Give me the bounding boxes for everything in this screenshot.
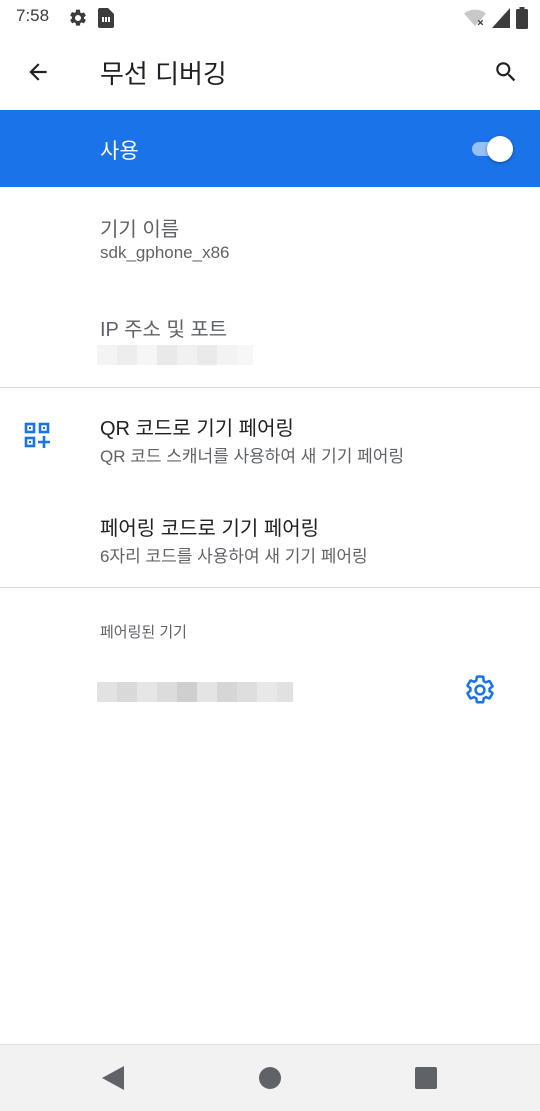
paired-device-item[interactable]: [0, 650, 540, 730]
master-toggle-switch[interactable]: [470, 136, 516, 162]
status-time: 7:58: [16, 6, 50, 25]
qr-pairing-title: QR 코드로 기기 페어링: [100, 418, 294, 440]
sim-card-icon: [98, 8, 114, 33]
paired-devices-category-title: 페어링된 기기: [100, 624, 187, 641]
qr-code-icon: [24, 422, 52, 455]
qr-pairing-summary: QR 코드 스캐너를 사용하여 새 기기 페어링: [100, 447, 405, 466]
status-bar: 7:58: [0, 0, 540, 36]
nav-recents-icon[interactable]: [413, 1065, 439, 1091]
app-bar: 무선 디버깅: [0, 36, 540, 110]
gear-icon: [68, 8, 88, 33]
page-title: 무선 디버깅: [100, 59, 227, 89]
paired-device-name-redacted: [97, 682, 293, 702]
code-pairing-title: 페어링 코드로 기기 페어링: [100, 518, 320, 540]
code-pairing-summary: 6자리 코드를 사용하여 새 기기 페어링: [100, 547, 368, 566]
cell-signal-icon: [492, 8, 510, 33]
nav-back-icon[interactable]: [100, 1065, 126, 1091]
ip-port-title: IP 주소 및 포트: [100, 319, 228, 341]
qr-pairing-item[interactable]: QR 코드로 기기 페어링 QR 코드 스캐너를 사용하여 새 기기 페어링: [0, 388, 540, 488]
system-nav-bar: [0, 1044, 540, 1111]
code-pairing-item[interactable]: 페어링 코드로 기기 페어링 6자리 코드를 사용하여 새 기기 페어링: [0, 488, 540, 587]
back-arrow-icon[interactable]: [20, 54, 56, 90]
device-name-value: sdk_gphone_x86: [100, 243, 230, 262]
nav-home-icon[interactable]: [257, 1065, 283, 1091]
battery-icon: [516, 7, 528, 34]
ip-port-value-redacted: [97, 345, 253, 365]
wifi-no-internet-icon: [464, 8, 486, 33]
ip-port-item: IP 주소 및 포트: [0, 287, 540, 387]
divider: [0, 587, 540, 588]
device-name-title: 기기 이름: [100, 219, 180, 241]
settings-gear-icon[interactable]: [464, 674, 496, 706]
device-name-item[interactable]: 기기 이름 sdk_gphone_x86: [0, 187, 540, 287]
master-switch-bar[interactable]: 사용: [0, 110, 540, 187]
master-switch-label: 사용: [100, 140, 139, 163]
search-icon[interactable]: [488, 54, 524, 90]
